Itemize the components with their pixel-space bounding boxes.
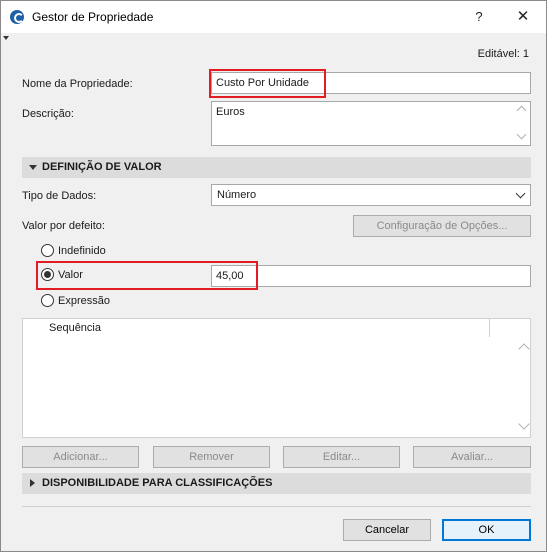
- add-button[interactable]: Adicionar...: [22, 446, 139, 468]
- window-title: Gestor de Propriedade: [32, 10, 154, 24]
- property-manager-dialog: Gestor de Propriedade ? ✕ Editável: 1 No…: [0, 0, 547, 552]
- default-value-label: Valor por defeito:: [22, 220, 105, 232]
- close-button[interactable]: ✕: [509, 7, 537, 27]
- evaluate-button[interactable]: Avaliar...: [413, 446, 531, 468]
- collapse-triangle-icon: [30, 479, 35, 487]
- radio-undefined-label: Indefinido: [58, 245, 106, 257]
- value-highlight: [36, 261, 258, 290]
- description-text: Euros: [216, 106, 245, 118]
- value-definition-title: DEFINIÇÃO DE VALOR: [42, 161, 162, 173]
- app-logo-icon: [10, 10, 24, 24]
- radio-undefined[interactable]: [41, 244, 54, 257]
- list-column-divider: [489, 319, 490, 337]
- data-type-label: Tipo de Dados:: [22, 190, 97, 202]
- expand-triangle-icon: [29, 165, 37, 170]
- classifications-header[interactable]: DISPONIBILIDADE PARA CLASSIFICAÇÕES: [22, 473, 531, 494]
- list-scroll-down-icon[interactable]: [518, 418, 530, 430]
- description-label: Descrição:: [22, 108, 74, 120]
- options-config-button[interactable]: Configuração de Opções...: [353, 215, 531, 237]
- title-bar: Gestor de Propriedade ? ✕: [1, 1, 546, 33]
- data-type-value: Número: [217, 189, 257, 201]
- list-header-sequence: Sequência: [49, 322, 101, 334]
- data-type-select[interactable]: Número: [211, 184, 531, 206]
- default-value-input[interactable]: 45,00: [211, 265, 531, 287]
- radio-expression[interactable]: [41, 294, 54, 307]
- cancel-button[interactable]: Cancelar: [343, 519, 431, 541]
- remove-button[interactable]: Remover: [153, 446, 270, 468]
- editable-count: Editável: 1: [477, 48, 529, 60]
- help-button[interactable]: ?: [467, 7, 491, 27]
- property-name-highlight: [209, 69, 326, 98]
- chevron-down-icon: [515, 188, 526, 199]
- classifications-title: DISPONIBILIDADE PARA CLASSIFICAÇÕES: [42, 477, 273, 489]
- value-definition-header[interactable]: DEFINIÇÃO DE VALOR: [22, 157, 531, 178]
- options-list[interactable]: Sequência: [22, 318, 531, 438]
- edit-button[interactable]: Editar...: [283, 446, 400, 468]
- list-scroll-up-icon[interactable]: [518, 343, 530, 355]
- radio-expression-label: Expressão: [58, 295, 110, 307]
- collapse-marker-icon: [3, 36, 9, 40]
- ok-button[interactable]: OK: [442, 519, 531, 541]
- footer-divider: [22, 506, 531, 507]
- description-input[interactable]: Euros: [211, 101, 531, 146]
- property-name-label: Nome da Propriedade:: [22, 78, 133, 90]
